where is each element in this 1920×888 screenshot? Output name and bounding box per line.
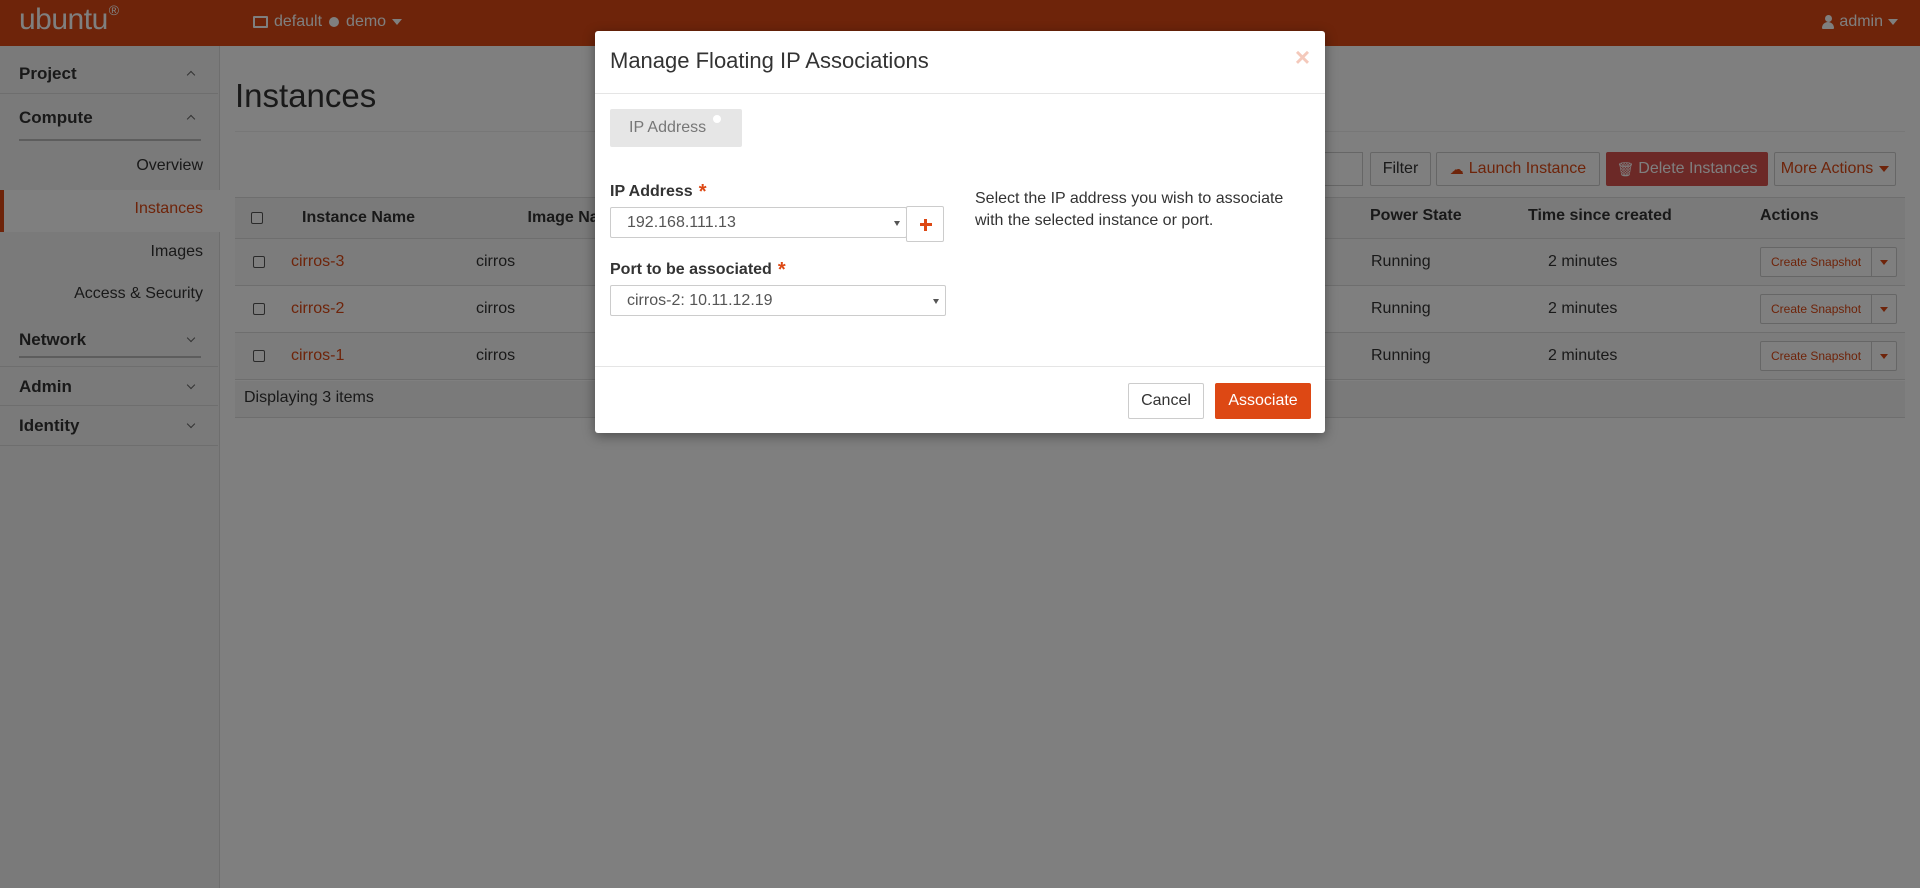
ip-address-select[interactable]: 192.168.111.13 <box>610 207 907 238</box>
tab-label: IP Address <box>629 119 707 136</box>
modal-header: Manage Floating IP Associations × <box>595 31 1325 94</box>
modal-title: Manage Floating IP Associations <box>610 48 929 73</box>
port-value: cirros-2: 10.11.12.19 <box>627 292 773 309</box>
floating-ip-modal: Manage Floating IP Associations × IP Add… <box>595 31 1325 433</box>
port-select[interactable]: cirros-2: 10.11.12.19 <box>610 285 946 316</box>
close-icon[interactable]: × <box>1295 42 1310 73</box>
chevron-down-icon <box>933 299 939 304</box>
ip-address-label: IP Address * <box>610 179 707 203</box>
chevron-down-icon <box>894 221 900 226</box>
modal-footer: Cancel Associate <box>595 366 1325 433</box>
ip-address-value: 192.168.111.13 <box>627 214 736 231</box>
allocate-ip-plus-button[interactable] <box>906 206 944 242</box>
help-text: Select the IP address you wish to associ… <box>975 190 1284 229</box>
cancel-button[interactable]: Cancel <box>1128 383 1204 419</box>
required-asterisk: * <box>698 181 707 203</box>
associate-button[interactable]: Associate <box>1215 383 1311 419</box>
ip-address-label-text: IP Address <box>610 183 693 200</box>
required-dot-icon <box>713 115 721 123</box>
required-asterisk: * <box>777 259 786 281</box>
port-label: Port to be associated * <box>610 257 786 281</box>
tab-ip-address[interactable]: IP Address <box>610 109 742 147</box>
port-label-text: Port to be associated <box>610 261 772 278</box>
